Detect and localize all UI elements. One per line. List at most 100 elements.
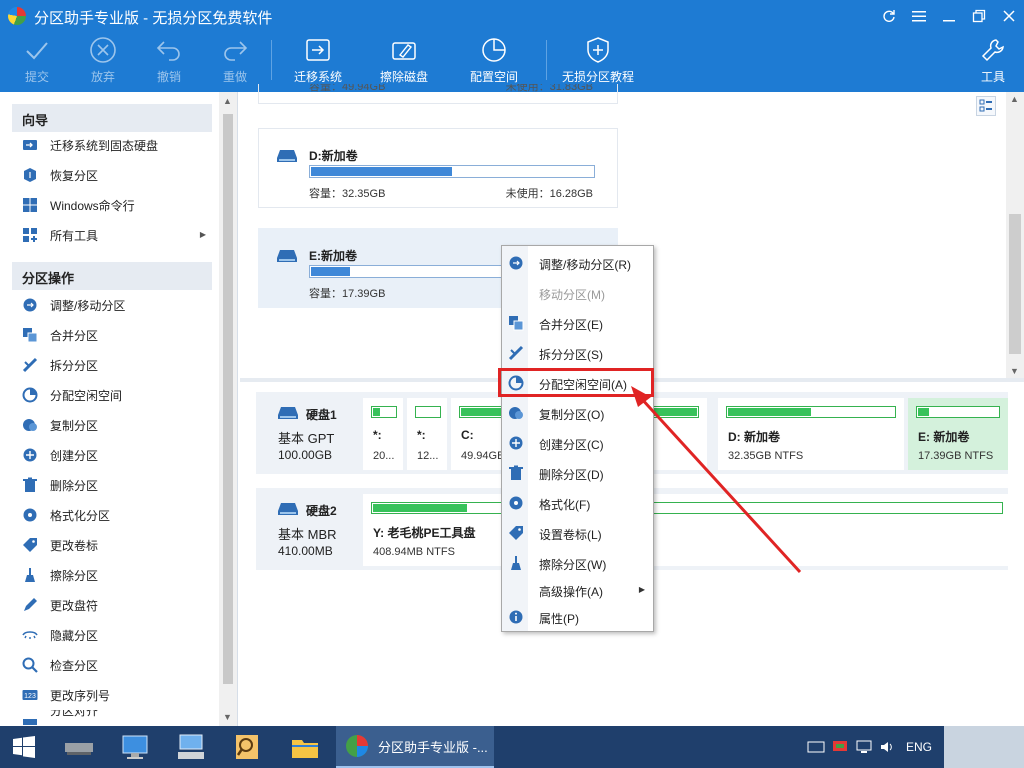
sidebar-scroll-thumb[interactable] (223, 114, 233, 684)
discard-button[interactable]: 放弃 (86, 32, 120, 92)
pie-chart-icon (480, 36, 508, 64)
sidebar-item-allocate-free[interactable]: 分配空闲空间 (12, 380, 212, 410)
view-toggle-button[interactable] (976, 96, 996, 116)
submenu-arrow-icon: ▶ (199, 230, 206, 239)
scroll-down-icon[interactable]: ▼ (1010, 366, 1019, 376)
hard-disk-icon (278, 407, 298, 419)
sidebar-item-hide[interactable]: 隐藏分区 (12, 620, 212, 650)
refresh-icon[interactable] (874, 0, 904, 32)
menu-item-advanced[interactable]: 高级操作(A) ▶ (502, 577, 653, 603)
partition-block[interactable]: *: 20... (363, 398, 403, 470)
menu-item-delete[interactable]: 删除分区(D) (502, 460, 653, 486)
menu-item-properties[interactable]: 属性(P) (502, 604, 653, 630)
input-language[interactable]: ENG (906, 740, 932, 754)
tutorial-button[interactable]: 无损分区教程 (560, 32, 636, 92)
align-icon (23, 719, 37, 725)
title-bar: 分区助手专业版 - 无损分区免费软件 (0, 0, 1024, 32)
sidebar-item-copy[interactable]: 复制分区 (12, 410, 212, 440)
usage-bar-fill (311, 167, 452, 176)
monitor-icon[interactable] (855, 740, 873, 754)
restore-icon[interactable] (964, 0, 994, 32)
split-icon (508, 345, 524, 361)
sidebar-item-all-tools[interactable]: 所有工具 ▶ (12, 220, 212, 250)
sidebar-item-resize-move[interactable]: 调整/移动分区 (12, 290, 212, 320)
menu-item-format[interactable]: 格式化(F) (502, 490, 653, 516)
undo-icon (155, 36, 183, 64)
menu-item-wipe[interactable]: 擦除分区(W) (502, 550, 653, 576)
menu-item-set-label[interactable]: 设置卷标(L) (502, 520, 653, 546)
partition-block[interactable]: *: 12... (407, 398, 447, 470)
sidebar-item-check[interactable]: 检查分区 (12, 650, 212, 680)
context-menu: 调整/移动分区(R) 移动分区(M) 合并分区(E) 拆分分区(S) 分配空闲空… (501, 245, 654, 632)
sidebar-item-split[interactable]: 拆分分区 (12, 350, 212, 380)
app-header: 分区助手专业版 - 无损分区免费软件 提交 放弃 撤销 重做 迁移系统 擦除磁盘… (0, 0, 1024, 92)
clock-area[interactable] (944, 726, 1024, 768)
menu-icon[interactable] (904, 0, 934, 32)
menu-item-resize-move[interactable]: 调整/移动分区(R) (502, 250, 653, 276)
sidebar-item-recover-partition[interactable]: 恢复分区 (12, 160, 212, 190)
merge-icon (23, 328, 38, 343)
windows-icon (23, 198, 37, 212)
taskbar-app-keyboard[interactable] (162, 726, 220, 768)
usage-bar (309, 165, 595, 178)
left-sidebar: 向导 迁移系统到固态硬盘 恢复分区 Windows命令行 所有工具 ▶ 分区操作… (0, 92, 238, 726)
close-icon[interactable] (994, 0, 1024, 32)
main-scrollbar[interactable]: ▲ ▼ (1006, 92, 1024, 378)
volume-icon[interactable] (879, 740, 897, 754)
tag-icon (509, 526, 523, 540)
taskbar-app-partition-assistant[interactable]: 分区助手专业版 -... (336, 726, 494, 768)
menu-item-split[interactable]: 拆分分区(S) (502, 340, 653, 366)
search-tool-icon (236, 735, 258, 759)
start-button[interactable] (0, 726, 48, 768)
partition-ops-header: 分区操作 (12, 262, 212, 290)
drive-icon (277, 150, 297, 162)
pie-icon (22, 387, 38, 403)
sidebar-item-align[interactable]: 分区对齐 (12, 710, 212, 726)
menu-item-copy[interactable]: 复制分区(O) (502, 400, 653, 426)
taskbar-app-memory[interactable] (50, 726, 108, 768)
tools-button[interactable]: 工具 (978, 32, 1008, 92)
sidebar-item-wipe[interactable]: 擦除分区 (12, 560, 212, 590)
network-icon[interactable] (831, 740, 849, 754)
volume-card-c-partial[interactable]: 容量：49.94GB 未使用：31.83GB (258, 84, 618, 104)
computer-icon (122, 735, 148, 759)
partition-assistant-icon (346, 735, 368, 757)
sidebar-item-delete[interactable]: 删除分区 (12, 470, 212, 500)
wipe-disk-button[interactable]: 擦除磁盘 (378, 32, 430, 92)
eraser-disk-icon (390, 36, 418, 64)
minimize-icon[interactable] (934, 0, 964, 32)
sidebar-item-change-letter[interactable]: 更改盘符 (12, 590, 212, 620)
undo-button[interactable]: 撤销 (152, 32, 186, 92)
sidebar-item-create[interactable]: 创建分区 (12, 440, 212, 470)
taskbar-app-computer[interactable] (106, 726, 164, 768)
partition-block-e[interactable]: E: 新加卷 17.39GB NTFS (908, 398, 1008, 470)
memory-chip-icon (65, 743, 93, 755)
allocate-space-button[interactable]: 配置空间 (468, 32, 520, 92)
partition-block-y[interactable]: Y: 老毛桃PE工具盘 408.94MB NTFS (363, 494, 1008, 566)
partition-block-d[interactable]: D: 新加卷 32.35GB NTFS (718, 398, 904, 470)
sidebar-item-migrate-ssd[interactable]: 迁移系统到固态硬盘 (12, 130, 212, 160)
sidebar-item-merge[interactable]: 合并分区 (12, 320, 212, 350)
wizard-header: 向导 (12, 104, 212, 132)
volume-card-d[interactable]: D:新加卷 容量：32.35GB 未使用：16.28GB (258, 128, 618, 208)
action-center-icon[interactable] (807, 740, 825, 754)
sidebar-item-change-label[interactable]: 更改卷标 (12, 530, 212, 560)
redo-button[interactable]: 重做 (218, 32, 252, 92)
folder-icon (292, 740, 318, 758)
scroll-down-icon[interactable]: ▼ (223, 712, 232, 722)
menu-item-merge[interactable]: 合并分区(E) (502, 310, 653, 336)
main-scroll-thumb[interactable] (1009, 214, 1021, 354)
commit-button[interactable]: 提交 (20, 32, 54, 92)
migrate-system-button[interactable]: 迁移系统 (292, 32, 344, 92)
scroll-up-icon[interactable]: ▲ (1010, 94, 1019, 104)
sidebar-item-change-serial[interactable]: 123 更改序列号 (12, 680, 212, 710)
sidebar-scrollbar[interactable]: ▲ ▼ (219, 92, 237, 726)
sidebar-item-format[interactable]: 格式化分区 (12, 500, 212, 530)
menu-item-create[interactable]: 创建分区(C) (502, 430, 653, 456)
taskbar-app-explorer[interactable] (276, 726, 334, 768)
scroll-up-icon[interactable]: ▲ (223, 96, 232, 106)
hidden-eye-icon (22, 631, 38, 639)
taskbar-app-search[interactable] (218, 726, 276, 768)
sidebar-item-windows-cmd[interactable]: Windows命令行 (12, 190, 212, 220)
hard-disk-icon (278, 503, 298, 515)
